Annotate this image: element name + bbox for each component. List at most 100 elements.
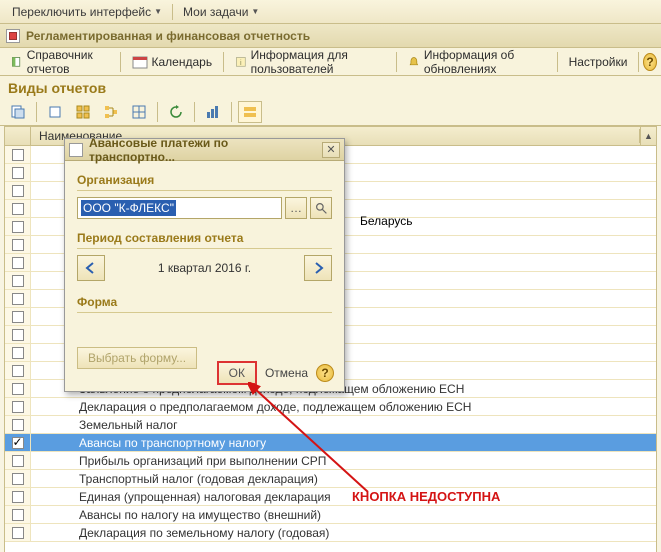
help-icon[interactable]: ?	[316, 364, 334, 382]
toolbar-reports-ref-label: Справочник отчетов	[27, 48, 109, 76]
table-row[interactable]: Авансы по транспортному налогу	[5, 434, 656, 452]
table-row[interactable]: Прибыль организаций при выполнении СРП	[5, 452, 656, 470]
dialog-icon	[69, 143, 83, 157]
toolbar-update-info[interactable]: Информация об обновлениях	[401, 45, 553, 79]
row-label: Декларация о предполагаемом доходе, подл…	[31, 400, 656, 414]
row-checkbox[interactable]	[12, 437, 24, 449]
toolbar-settings[interactable]: Настройки	[562, 52, 635, 72]
divider	[77, 248, 332, 249]
book-icon	[11, 54, 23, 70]
row-checkbox[interactable]	[12, 401, 24, 413]
cancel-button[interactable]: Отмена	[265, 366, 308, 380]
top-menubar: Переключить интерфейс ▼ Мои задачи ▼	[0, 0, 661, 24]
toolbar-reports-ref[interactable]: Справочник отчетов	[4, 45, 116, 79]
close-icon[interactable]: ✕	[322, 142, 340, 158]
menu-switch-ui[interactable]: Переключить интерфейс ▼	[6, 3, 168, 21]
row-checkbox-cell	[5, 344, 31, 361]
row-checkbox-cell	[5, 290, 31, 307]
period-next-button[interactable]	[304, 255, 332, 281]
row-checkbox-cell	[5, 434, 31, 451]
table-row[interactable]: Земельный налог	[5, 416, 656, 434]
row-checkbox[interactable]	[12, 185, 24, 197]
table-row[interactable]: Декларация по земельному налогу (годовая…	[5, 524, 656, 542]
dialog-titlebar[interactable]: Авансовые платежи по транспортно... ✕	[65, 139, 344, 161]
toolbar-calendar[interactable]: Календарь	[125, 51, 220, 73]
row-checkbox[interactable]	[12, 275, 24, 287]
table-row[interactable]: Единая (упрощенная) налоговая декларация	[5, 488, 656, 506]
row-checkbox-cell	[5, 254, 31, 271]
menu-separator	[172, 4, 173, 20]
row-checkbox[interactable]	[12, 491, 24, 503]
ir-grid-icon[interactable]	[127, 101, 151, 123]
table-row[interactable]: Авансы по налогу на имущество (внешний)	[5, 506, 656, 524]
row-checkbox[interactable]	[12, 329, 24, 341]
toolbar-separator	[557, 52, 558, 72]
row-checkbox-cell	[5, 416, 31, 433]
period-prev-button[interactable]	[77, 255, 105, 281]
ok-button[interactable]: ОК	[217, 361, 257, 385]
row-checkbox-cell	[5, 362, 31, 379]
toolbar-user-info-label: Информация для пользователей	[251, 48, 386, 76]
row-checkbox-cell	[5, 146, 31, 163]
toolbar-separator	[223, 52, 224, 72]
row-checkbox[interactable]	[12, 473, 24, 485]
ir-stack-icon[interactable]	[43, 101, 67, 123]
org-input-row: ООО "К-ФЛЕКС" …	[77, 197, 332, 219]
help-icon[interactable]: ?	[643, 53, 657, 71]
row-checkbox[interactable]	[12, 257, 24, 269]
row-checkbox-cell	[5, 308, 31, 325]
row-checkbox[interactable]	[12, 527, 24, 539]
ir-filter-icon[interactable]	[71, 101, 95, 123]
row-checkbox-cell	[5, 236, 31, 253]
ir-select-mode-icon[interactable]	[238, 101, 262, 123]
icon-toolbar	[0, 98, 661, 126]
ir-tree-icon[interactable]	[99, 101, 123, 123]
org-input[interactable]: ООО "К-ФЛЕКС"	[77, 197, 282, 219]
table-row[interactable]: Декларация о предполагаемом доходе, подл…	[5, 398, 656, 416]
choose-form-button[interactable]: Выбрать форму...	[77, 347, 197, 369]
table-row[interactable]: Транспортный налог (годовая декларация)	[5, 470, 656, 488]
ir-refresh-icon[interactable]	[164, 101, 188, 123]
row-checkbox[interactable]	[12, 509, 24, 521]
row-checkbox-cell	[5, 272, 31, 289]
ir-copy-icon[interactable]	[6, 101, 30, 123]
period-row: 1 квартал 2016 г.	[77, 255, 332, 281]
row-checkbox[interactable]	[12, 149, 24, 161]
row-checkbox[interactable]	[12, 167, 24, 179]
row-checkbox-cell	[5, 326, 31, 343]
row-checkbox-cell	[5, 380, 31, 397]
row-checkbox[interactable]	[12, 365, 24, 377]
row-checkbox[interactable]	[12, 347, 24, 359]
row-checkbox[interactable]	[12, 239, 24, 251]
scroll-up-icon[interactable]: ▲	[640, 127, 656, 145]
toolbar-separator	[36, 102, 37, 122]
row-checkbox[interactable]	[12, 221, 24, 233]
row-checkbox[interactable]	[12, 383, 24, 395]
toolbar-user-info[interactable]: i Информация для пользователей	[228, 45, 393, 79]
row-checkbox-cell	[5, 524, 31, 541]
row-checkbox-cell	[5, 218, 31, 235]
row-checkbox-cell	[5, 398, 31, 415]
row-checkbox[interactable]	[12, 419, 24, 431]
row-checkbox[interactable]	[12, 293, 24, 305]
row-label: Декларация по земельному налогу (годовая…	[31, 526, 656, 540]
row-checkbox[interactable]	[12, 203, 24, 215]
toolbar-separator	[157, 102, 158, 122]
menu-my-tasks[interactable]: Мои задачи ▼	[177, 3, 265, 21]
toolbar-separator	[396, 52, 397, 72]
tree-text-fragment: Беларусь	[360, 214, 412, 228]
search-icon[interactable]	[310, 197, 332, 219]
row-label: Авансы по налогу на имущество (внешний)	[31, 508, 656, 522]
org-select-button[interactable]: …	[285, 197, 307, 219]
row-checkbox-cell	[5, 470, 31, 487]
row-checkbox[interactable]	[12, 311, 24, 323]
dialog-advance-payments: Авансовые платежи по транспортно... ✕ Ор…	[64, 138, 345, 392]
form-label: Форма	[77, 295, 332, 309]
row-checkbox[interactable]	[12, 455, 24, 467]
ir-chart-icon[interactable]	[201, 101, 225, 123]
row-checkbox-cell	[5, 506, 31, 523]
bell-icon	[408, 54, 420, 70]
toolbar-separator	[194, 102, 195, 122]
section-heading: Виды отчетов	[0, 76, 661, 98]
toolbar-update-info-label: Информация об обновлениях	[424, 48, 546, 76]
